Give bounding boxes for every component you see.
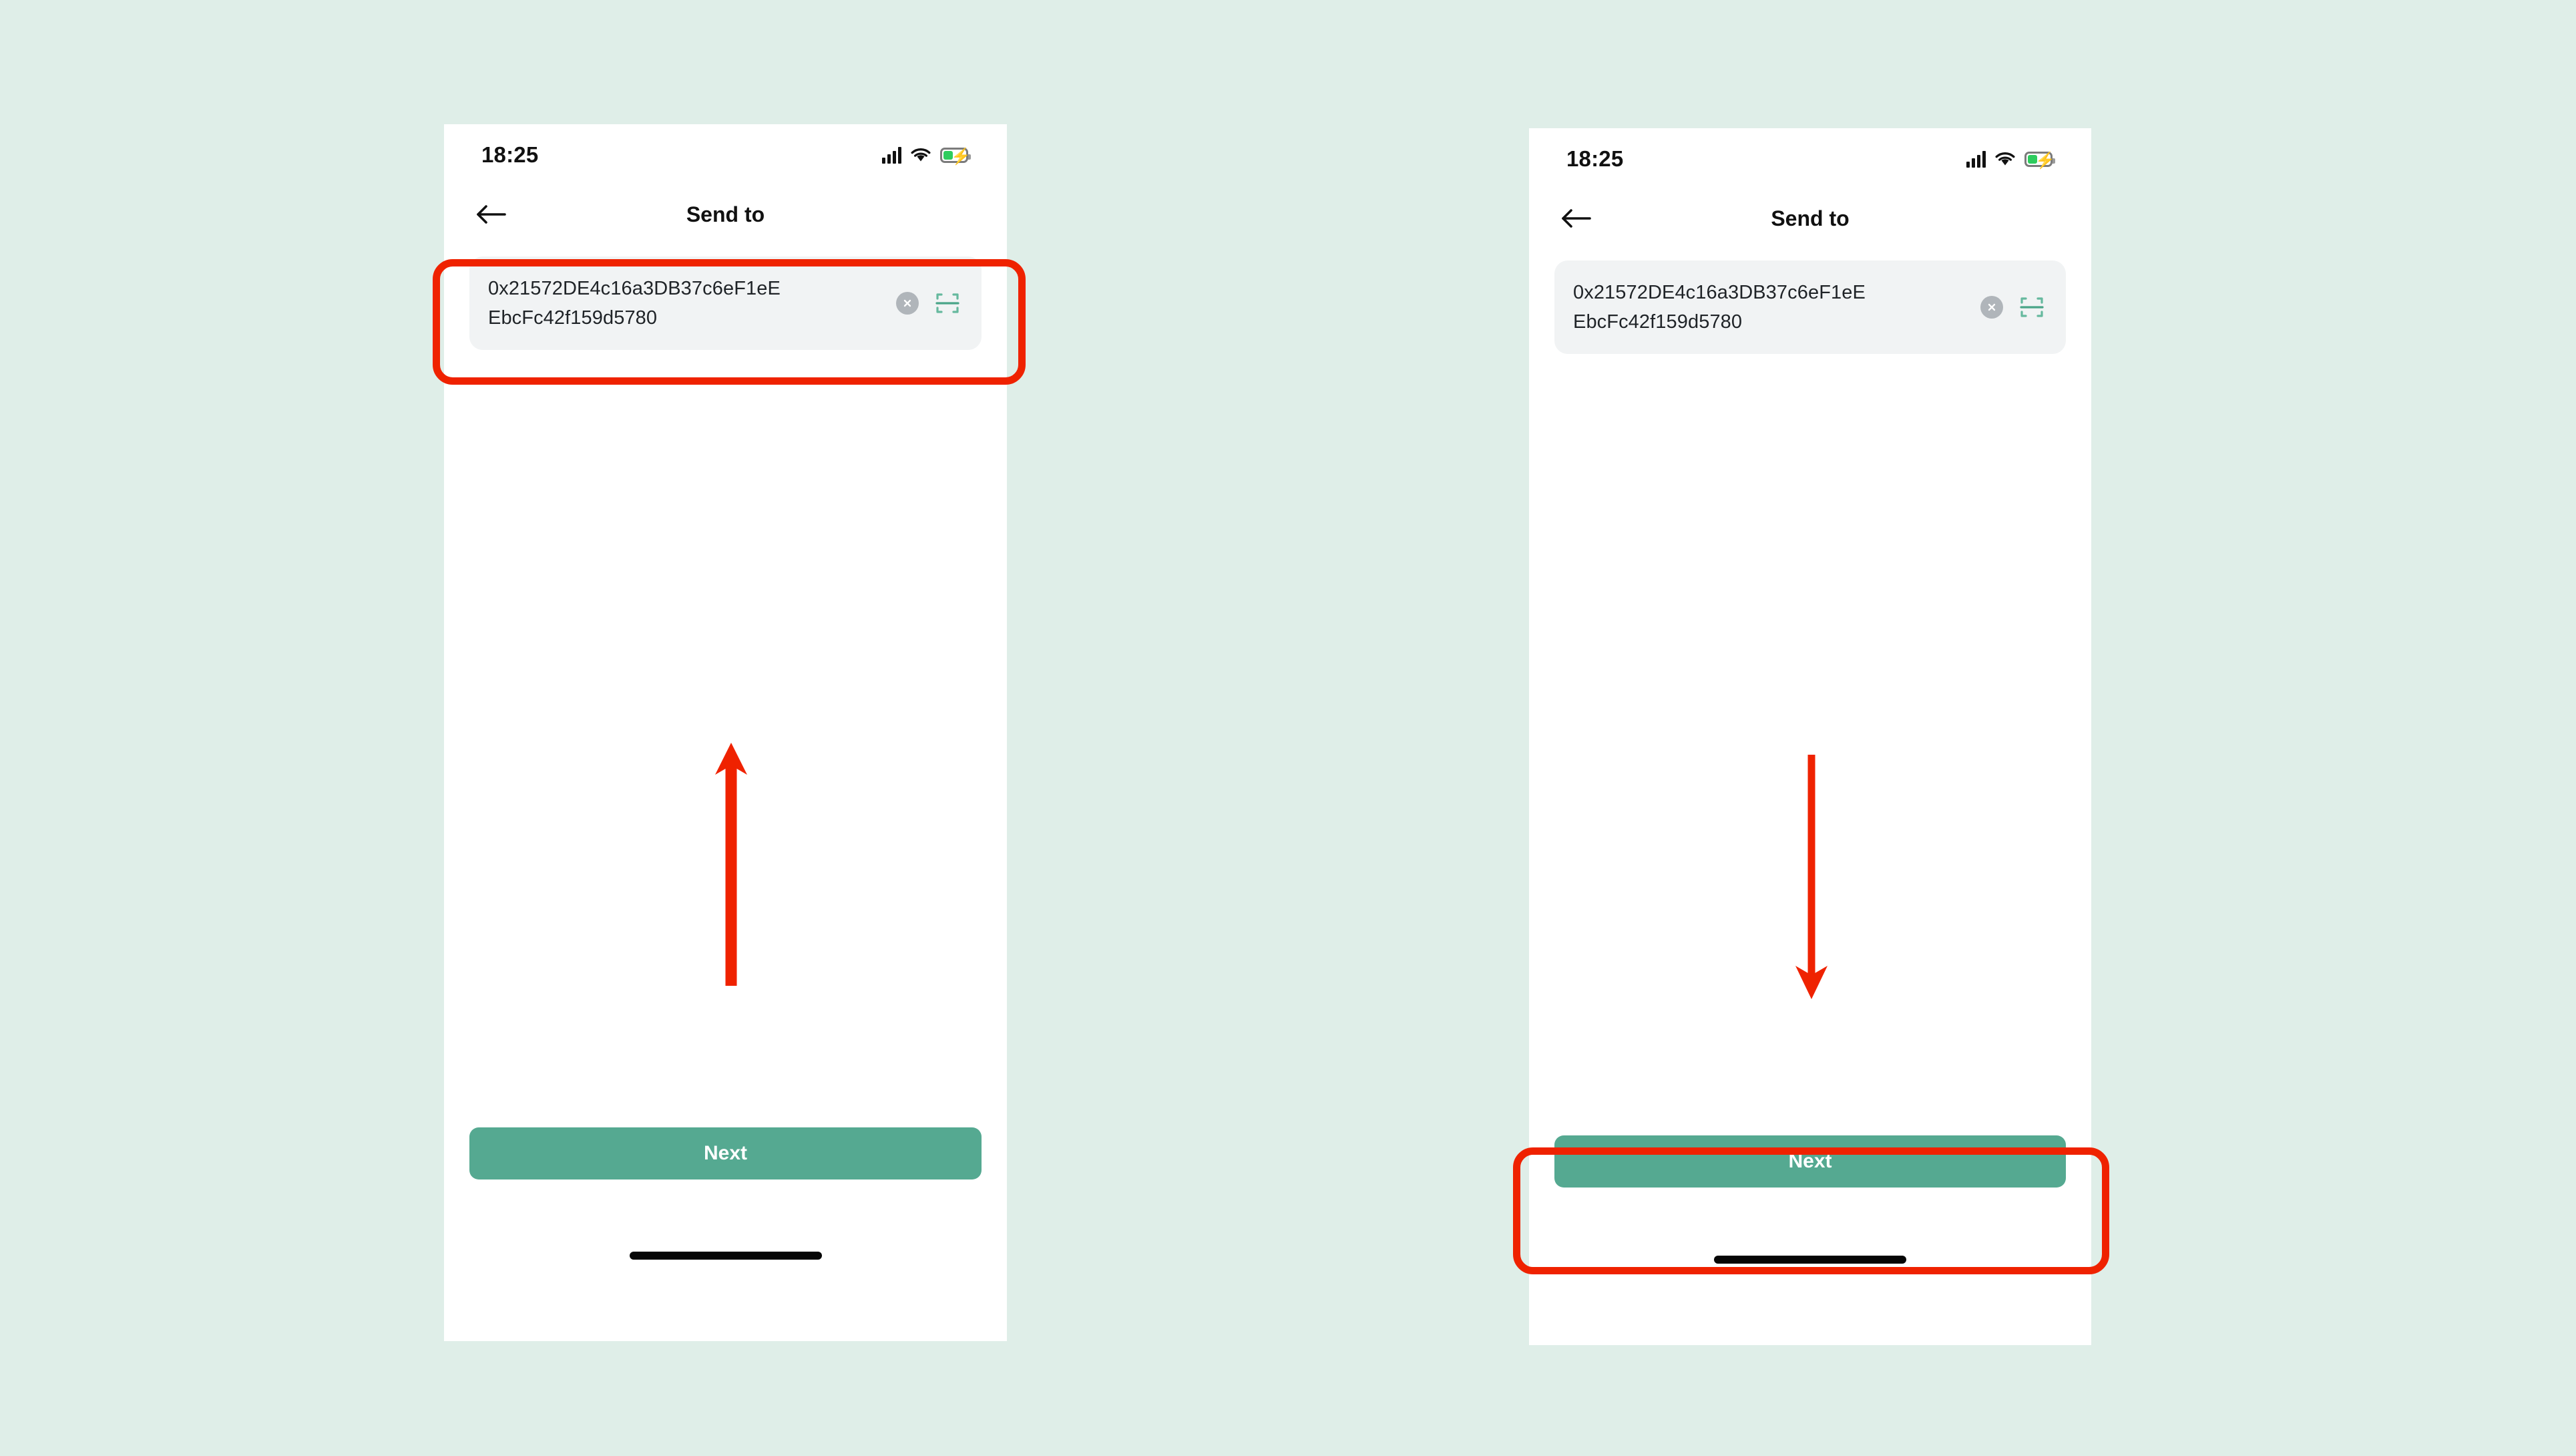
- address-value: 0x21572DE4c16a3DB37c6eF1eE EbcFc42f159d5…: [488, 278, 781, 329]
- home-indicator: [1714, 1256, 1906, 1264]
- back-arrow-icon[interactable]: [476, 202, 507, 226]
- battery-charging-icon: ⚡: [2024, 151, 2055, 169]
- cellular-signal-icon: [1966, 150, 1986, 168]
- content-area-right: Next: [1529, 354, 2091, 1289]
- address-field-wrapper-left: 0x21572DE4c16a3DB37c6eF1eE EbcFc42f159d5…: [444, 243, 1007, 350]
- address-input-field[interactable]: 0x21572DE4c16a3DB37c6eF1eE EbcFc42f159d5…: [1554, 260, 2066, 354]
- page-title: Send to: [686, 202, 765, 226]
- status-time: 18:25: [481, 142, 539, 167]
- phone-screen-left: 18:25 ⚡ Send to 0x21572DE4c16a3DB37c6eF1…: [444, 124, 1007, 1341]
- status-bar-left: 18:25 ⚡: [444, 124, 1007, 186]
- wifi-icon: [1995, 152, 2015, 166]
- home-indicator: [629, 1252, 822, 1260]
- status-bar-right: 18:25 ⚡: [1529, 128, 2091, 190]
- battery-charging-icon: ⚡: [940, 147, 971, 165]
- page-title: Send to: [1771, 206, 1850, 230]
- wifi-icon: [911, 148, 931, 162]
- address-field-wrapper-right: 0x21572DE4c16a3DB37c6eF1eE EbcFc42f159d5…: [1529, 247, 2091, 354]
- status-icons: ⚡: [1966, 150, 2055, 169]
- phone-screen-right: 18:25 ⚡ Send to 0x21572DE4c16a3DB37c6eF1…: [1529, 128, 2091, 1345]
- address-input-field[interactable]: 0x21572DE4c16a3DB37c6eF1eE EbcFc42f159d5…: [469, 256, 982, 350]
- status-icons: ⚡: [882, 146, 971, 165]
- content-area-left: Next: [444, 350, 1007, 1285]
- nav-header-right: Send to: [1529, 190, 2091, 247]
- clear-circle-icon[interactable]: [896, 292, 919, 315]
- clear-circle-icon[interactable]: [1980, 296, 2003, 319]
- nav-header-left: Send to: [444, 186, 1007, 243]
- next-button[interactable]: Next: [1554, 1135, 2066, 1188]
- qr-scan-icon[interactable]: [935, 291, 960, 316]
- back-arrow-icon[interactable]: [1561, 206, 1592, 230]
- qr-scan-icon[interactable]: [2019, 295, 2045, 320]
- address-value: 0x21572DE4c16a3DB37c6eF1eE EbcFc42f159d5…: [1573, 282, 1866, 333]
- cellular-signal-icon: [882, 146, 901, 164]
- status-time: 18:25: [1566, 146, 1624, 171]
- next-button[interactable]: Next: [469, 1127, 982, 1179]
